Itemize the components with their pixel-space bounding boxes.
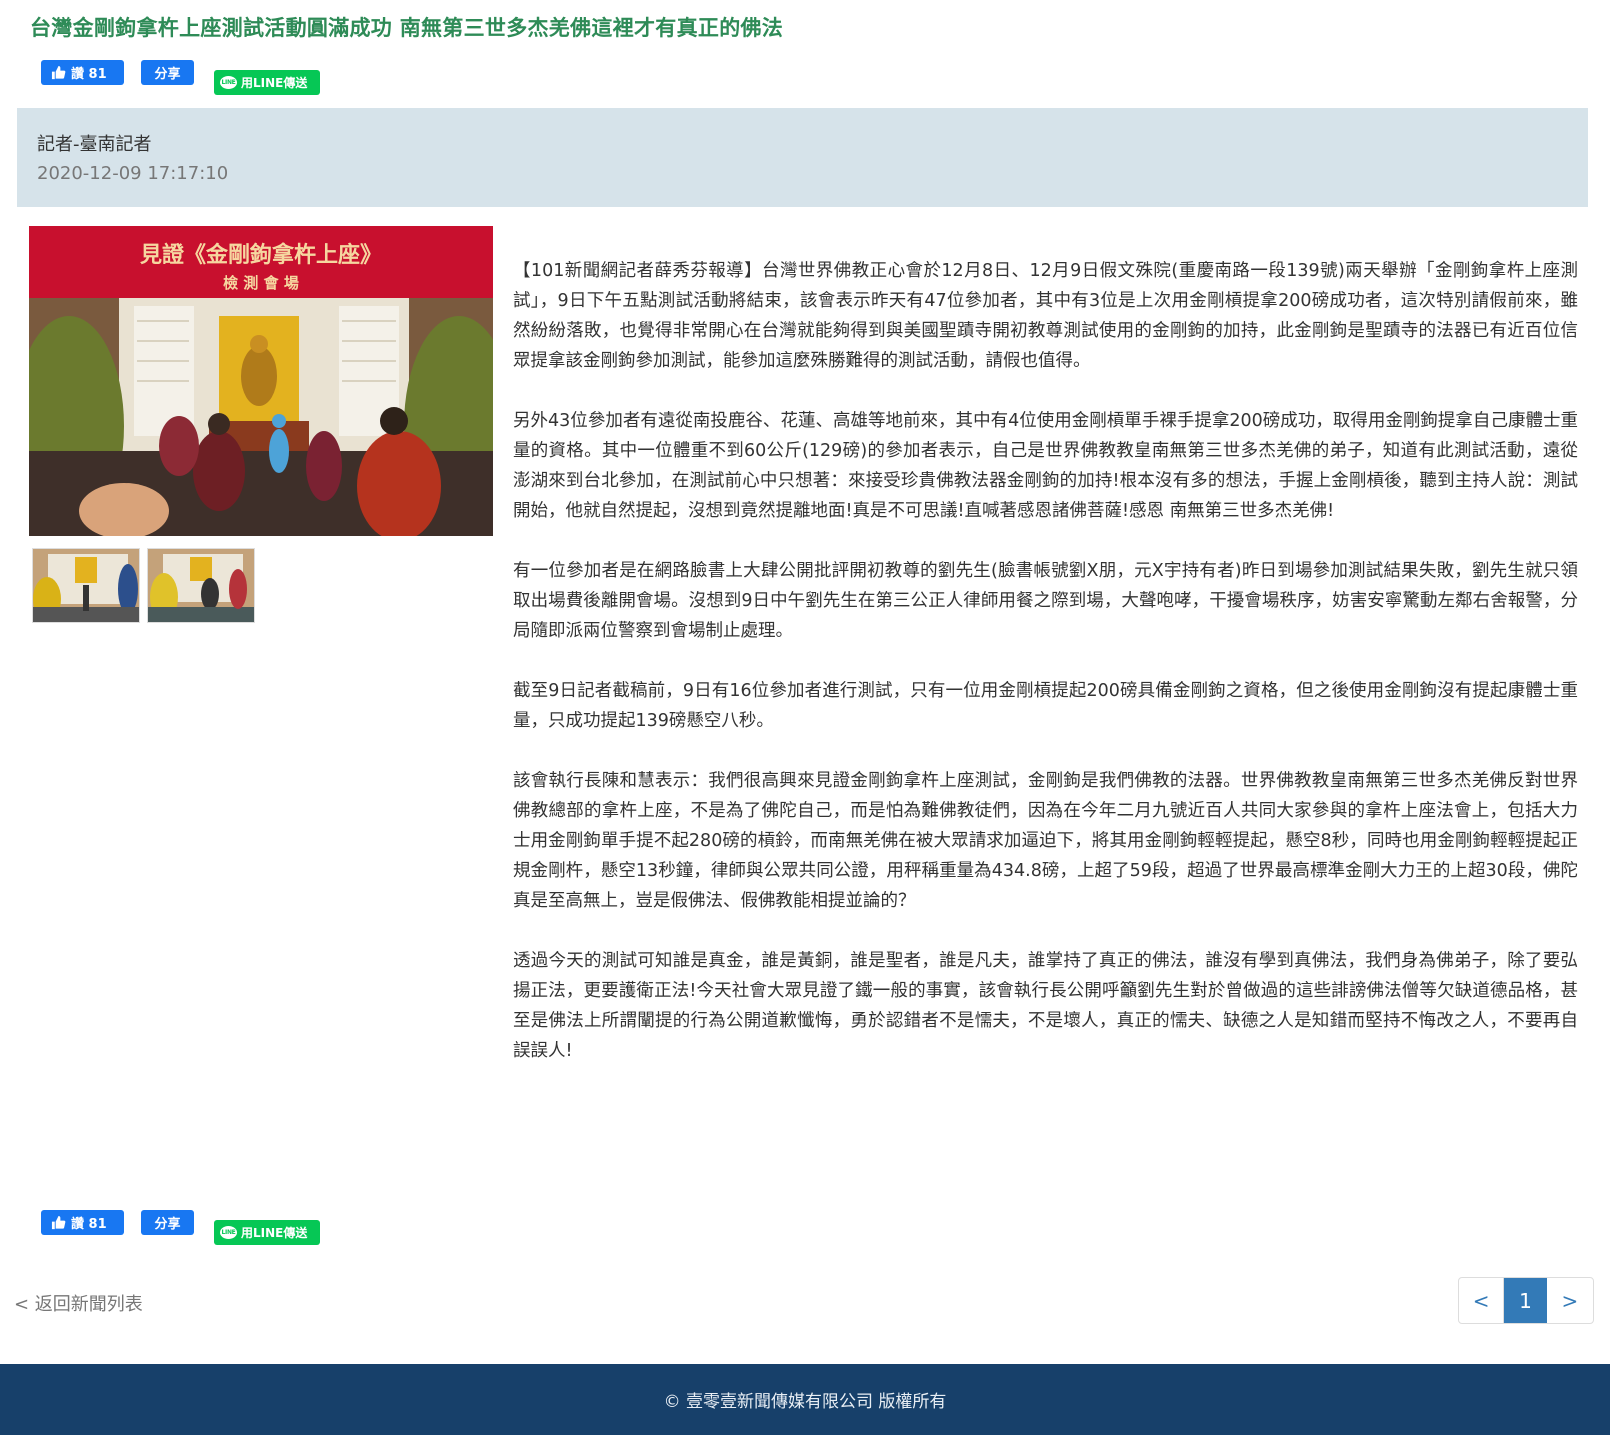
line-share-label: 用LINE傳送: [241, 1226, 308, 1240]
article-paragraph: 有一位參加者是在網路臉書上大肆公開批評開初教尊的劉先生(臉書帳號劉X朋，元X宇持…: [513, 561, 1578, 641]
pagination-prev-button[interactable]: <: [1459, 1278, 1505, 1323]
event-hall-photo: 見證《金剛鉤拿杵上座》 檢 測 會 場: [29, 226, 493, 536]
author-name: 記者-臺南記者: [37, 134, 152, 155]
facebook-share-button[interactable]: 分享: [141, 60, 194, 85]
copyright-text: © 壹零壹新聞傳媒有限公司 版權所有: [663, 1392, 947, 1412]
like-count-label: 讚 81: [71, 1217, 107, 1232]
back-to-news-list-link[interactable]: < 返回新聞列表: [14, 1290, 143, 1316]
thumbnail-image: [33, 549, 139, 622]
article-paragraph: 該會執行長陳和慧表示：我們很高興來見證金剛鉤拿杵上座測試，金剛鉤是我們佛教的法器…: [513, 771, 1578, 911]
photo-thumbnail[interactable]: [32, 548, 140, 623]
line-icon: LINE: [220, 1226, 237, 1239]
author-info-box: 記者-臺南記者 2020-12-09 17:17:10: [17, 108, 1588, 207]
line-share-button[interactable]: LINE 用LINE傳送: [214, 70, 320, 95]
thumbs-up-icon: [51, 1215, 66, 1230]
photo-thumbnail[interactable]: [147, 548, 255, 623]
line-share-label: 用LINE傳送: [241, 76, 308, 90]
article-title: 台灣金剛鉤拿杵上座測試活動圓滿成功 南無第三世多杰羌佛這裡才有真正的佛法: [30, 16, 784, 40]
line-icon: LINE: [220, 76, 237, 89]
like-count-label: 讚 81: [71, 67, 107, 82]
site-footer: © 壹零壹新聞傳媒有限公司 版權所有: [0, 1364, 1610, 1435]
article-paragraph: 【101新聞網記者薛秀芬報導】台灣世界佛教正心會於12月8日、12月9日假文殊院…: [513, 261, 1578, 371]
article-paragraph: 透過今天的測試可知誰是真金，誰是黃銅，誰是聖者，誰是凡夫，誰掌持了真正的佛法，誰…: [513, 951, 1578, 1061]
article-paragraph: 截至9日記者截稿前，9日有16位參加者進行測試，只有一位用金剛槓提起200磅具備…: [513, 681, 1578, 731]
thumbnail-image: [148, 549, 254, 622]
photo-banner-line2: 檢 測 會 場: [223, 274, 299, 292]
thumbs-up-icon: [51, 65, 66, 80]
photo-banner-line1: 見證《金剛鉤拿杵上座》: [140, 242, 382, 268]
share-bar-top: 讚 81 分享 LINE 用LINE傳送: [41, 60, 341, 100]
main-article-photo[interactable]: 見證《金剛鉤拿杵上座》 檢 測 會 場: [29, 226, 493, 536]
article-body: 【101新聞網記者薛秀芬報導】台灣世界佛教正心會於12月8日、12月9日假文殊院…: [513, 256, 1578, 1096]
pagination-page-current[interactable]: 1: [1504, 1278, 1547, 1323]
facebook-like-button[interactable]: 讚 81: [41, 1210, 124, 1235]
facebook-share-button[interactable]: 分享: [141, 1210, 194, 1235]
share-bar-bottom: 讚 81 分享 LINE 用LINE傳送: [41, 1210, 341, 1250]
facebook-like-button[interactable]: 讚 81: [41, 60, 124, 85]
article-paragraph: 另外43位參加者有遠從南投鹿谷、花蓮、高雄等地前來，其中有4位使用金剛槓單手裸手…: [513, 411, 1578, 521]
pagination: < 1 >: [1458, 1277, 1594, 1324]
pagination-next-button[interactable]: >: [1547, 1278, 1593, 1323]
publish-date: 2020-12-09 17:17:10: [37, 163, 229, 184]
line-share-button[interactable]: LINE 用LINE傳送: [214, 1220, 320, 1245]
